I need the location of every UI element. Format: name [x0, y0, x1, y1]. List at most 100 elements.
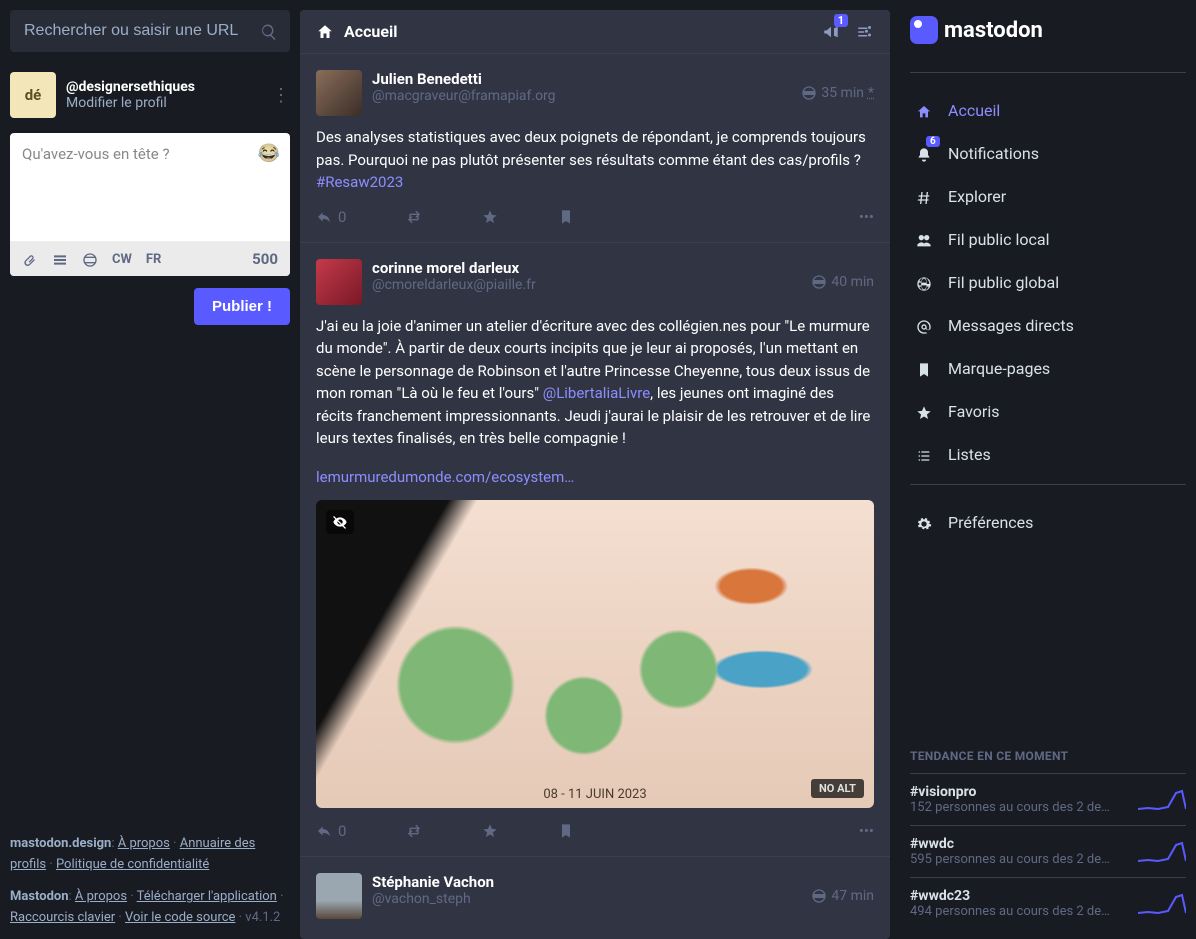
- nav-list[interactable]: Listes: [910, 433, 1186, 476]
- nav-users[interactable]: Fil public local: [910, 218, 1186, 261]
- account-menu-button[interactable]: ⋮: [272, 85, 290, 106]
- favorite-button[interactable]: [482, 209, 498, 225]
- trend-item[interactable]: #wwdc595 personnes au cours des 2 de…: [910, 825, 1186, 877]
- at-icon: [914, 316, 934, 335]
- column-title: Accueil: [344, 22, 806, 41]
- media-attachment[interactable]: NO ALT 08 - 11 JUIN 2023: [316, 500, 874, 808]
- logo-icon: [910, 16, 938, 44]
- compose-box: 😂 CW FR 500: [10, 133, 290, 276]
- account-handle[interactable]: @macgraveur@framapiaf.org: [372, 88, 791, 104]
- nav-label: Notifications: [948, 144, 1039, 163]
- favorite-button[interactable]: [482, 823, 498, 839]
- account-handle[interactable]: @cmoreldarleux@piaille.fr: [372, 277, 801, 293]
- status[interactable]: Stéphanie Vachon @vachon_steph 47 min: [300, 857, 890, 935]
- boost-button[interactable]: [406, 823, 422, 839]
- trend-item[interactable]: #visionpro152 personnes au cours des 2 d…: [910, 773, 1186, 825]
- bookmark-button[interactable]: [558, 823, 574, 839]
- trend-sub: 595 personnes au cours des 2 de…: [910, 852, 1130, 867]
- nav-preferences[interactable]: Préférences: [910, 501, 1186, 544]
- poll-icon[interactable]: [52, 250, 68, 268]
- footer-privacy[interactable]: Politique de confidentialité: [56, 857, 209, 872]
- reply-button[interactable]: 0: [316, 822, 346, 840]
- status[interactable]: corinne morel darleux @cmoreldarleux@pia…: [300, 243, 890, 858]
- sparkline: [1138, 839, 1186, 865]
- nav-globe[interactable]: Fil public global: [910, 261, 1186, 304]
- logo[interactable]: mastodon: [910, 16, 1186, 44]
- no-alt-badge: NO ALT: [811, 779, 864, 798]
- avatar[interactable]: [316, 70, 362, 116]
- nav-badge: 6: [926, 136, 940, 147]
- attach-icon[interactable]: [22, 250, 38, 268]
- nav-label: Listes: [948, 445, 991, 464]
- nav-label: Préférences: [948, 513, 1033, 532]
- users-icon: [914, 230, 934, 249]
- column-settings-button[interactable]: [856, 22, 874, 41]
- globe-icon: [914, 273, 934, 292]
- more-button[interactable]: •••: [859, 208, 874, 226]
- avatar[interactable]: [316, 259, 362, 305]
- post-time[interactable]: 35 min *: [801, 70, 874, 116]
- media-caption: 08 - 11 JUIN 2023: [543, 787, 646, 802]
- search-input[interactable]: [10, 10, 290, 52]
- column-header: Accueil 1: [300, 10, 890, 54]
- sparkline: [1138, 787, 1186, 813]
- trend-tag: #wwdc: [910, 836, 1130, 852]
- post-actions: 0 •••: [316, 208, 874, 226]
- home-icon: [316, 22, 334, 41]
- emoji-picker-button[interactable]: 😂: [258, 143, 280, 164]
- nav-label: Favoris: [948, 402, 1000, 421]
- publish-button[interactable]: Publier !: [194, 288, 290, 325]
- avatar[interactable]: dé: [10, 72, 56, 118]
- bookmark-button[interactable]: [558, 209, 574, 225]
- user-handle[interactable]: @designersethiques: [66, 79, 272, 95]
- footer-shortcuts[interactable]: Raccourcis clavier: [10, 910, 115, 925]
- search-bar[interactable]: [10, 10, 290, 52]
- nav-label: Fil public local: [948, 230, 1050, 249]
- nav-star[interactable]: Favoris: [910, 390, 1186, 433]
- nav-hash[interactable]: Explorer: [910, 175, 1186, 218]
- display-name[interactable]: Julien Benedetti: [372, 70, 791, 88]
- hash-icon: [914, 187, 934, 206]
- reply-button[interactable]: 0: [316, 208, 346, 226]
- nav-at[interactable]: Messages directs: [910, 304, 1186, 347]
- footer-download[interactable]: Télécharger l'application: [137, 889, 277, 904]
- cw-button[interactable]: CW: [112, 252, 132, 267]
- trend-tag: #wwdc23: [910, 888, 1130, 904]
- announcements-button[interactable]: 1: [822, 22, 840, 41]
- trend-sub: 152 personnes au cours des 2 de…: [910, 800, 1130, 815]
- hide-media-button[interactable]: [326, 510, 354, 534]
- char-count: 500: [252, 250, 278, 268]
- boost-button[interactable]: [406, 209, 422, 225]
- list-icon: [914, 445, 934, 464]
- account-handle[interactable]: @vachon_steph: [372, 891, 801, 907]
- trend-tag: #visionpro: [910, 784, 1130, 800]
- footer-source[interactable]: Voir le code source: [125, 910, 235, 925]
- nav-bell[interactable]: Notifications 6: [910, 132, 1186, 175]
- footer-about[interactable]: À propos: [118, 836, 170, 851]
- status[interactable]: Julien Benedetti @macgraveur@framapiaf.o…: [300, 54, 890, 243]
- nav-label: Explorer: [948, 187, 1006, 206]
- visibility-icon[interactable]: [82, 250, 98, 268]
- display-name[interactable]: Stéphanie Vachon: [372, 873, 801, 891]
- footer-about2[interactable]: À propos: [75, 889, 127, 904]
- language-button[interactable]: FR: [146, 252, 161, 267]
- trends-heading: TENDANCE EN CE MOMENT: [910, 749, 1186, 763]
- post-time[interactable]: 40 min: [811, 259, 874, 305]
- nav-bookmark[interactable]: Marque-pages: [910, 347, 1186, 390]
- post-time[interactable]: 47 min: [811, 873, 874, 919]
- avatar[interactable]: [316, 873, 362, 919]
- more-button[interactable]: •••: [859, 822, 874, 840]
- edit-profile-link[interactable]: Modifier le profil: [66, 95, 272, 111]
- bookmark-icon: [914, 359, 934, 378]
- nav-home[interactable]: Accueil: [910, 89, 1186, 132]
- post-content: J'ai eu la joie d'animer un atelier d'éc…: [316, 315, 874, 489]
- hashtag-link[interactable]: #Resaw2023: [316, 173, 403, 191]
- compose-textarea[interactable]: [22, 145, 278, 225]
- search-icon: [260, 22, 278, 41]
- mention-link[interactable]: @LibertaliaLivre: [543, 384, 650, 402]
- display-name[interactable]: corinne morel darleux: [372, 259, 801, 277]
- nav-label: Accueil: [948, 101, 1000, 120]
- trend-sub: 494 personnes au cours des 2 de…: [910, 904, 1130, 919]
- external-link[interactable]: lemurmuredumonde.com/ecosystem…: [316, 468, 574, 486]
- trend-item[interactable]: #wwdc23494 personnes au cours des 2 de…: [910, 877, 1186, 929]
